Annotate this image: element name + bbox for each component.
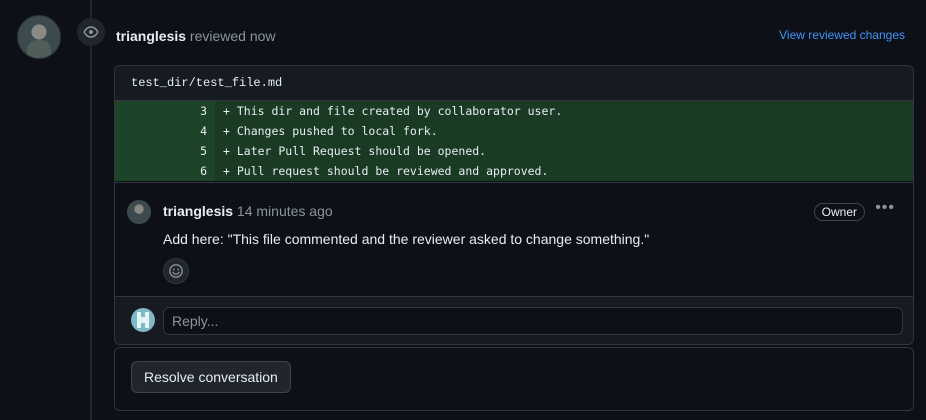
review-header: trianglesis reviewed now: [116, 28, 276, 44]
diff-code: + Later Pull Request should be opened.: [223, 144, 487, 158]
kebab-icon[interactable]: •••: [875, 199, 895, 217]
owner-badge: Owner: [813, 203, 865, 221]
resolve-panel: Resolve conversation: [114, 347, 914, 411]
commenter-username[interactable]: trianglesis: [163, 203, 233, 219]
comment-timestamp[interactable]: 14 minutes ago: [237, 203, 333, 219]
review-thread: test_dir/test_file.md 3 + This dir and f…: [114, 65, 914, 345]
reply-area: [115, 296, 913, 344]
diff-code: + This dir and file created by collabora…: [223, 104, 563, 118]
smiley-icon[interactable]: [163, 258, 189, 284]
reviewer-username[interactable]: trianglesis: [116, 28, 186, 44]
diff-code: + Pull request should be reviewed and ap…: [223, 164, 549, 178]
diff-line: 3 + This dir and file created by collabo…: [115, 101, 913, 121]
view-reviewed-changes-link[interactable]: View reviewed changes: [779, 28, 905, 42]
diff-block: 3 + This dir and file created by collabo…: [115, 101, 913, 181]
timeline-line: [90, 0, 92, 420]
comment-body: Add here: "This file commented and the r…: [163, 231, 650, 247]
resolve-conversation-button[interactable]: Resolve conversation: [131, 361, 291, 393]
comment-header: trianglesis 14 minutes ago: [163, 203, 333, 219]
line-number[interactable]: 5: [115, 141, 215, 161]
diff-code: + Changes pushed to local fork.: [223, 124, 438, 138]
line-number[interactable]: 3: [115, 101, 215, 121]
diff-line: 5 + Later Pull Request should be opened.: [115, 141, 913, 161]
commenter-avatar[interactable]: [127, 200, 151, 224]
line-number[interactable]: 6: [115, 161, 215, 181]
diff-line: 6 + Pull request should be reviewed and …: [115, 161, 913, 181]
current-user-avatar: [131, 308, 155, 332]
diff-line: 4 + Changes pushed to local fork.: [115, 121, 913, 141]
review-comment: trianglesis 14 minutes ago Owner ••• Add…: [115, 182, 913, 297]
reviewer-avatar[interactable]: [17, 15, 61, 59]
line-number[interactable]: 4: [115, 121, 215, 141]
eye-icon: [77, 18, 105, 46]
review-action-text: reviewed now: [189, 28, 276, 44]
file-path[interactable]: test_dir/test_file.md: [115, 66, 913, 101]
reply-input[interactable]: [163, 307, 903, 335]
